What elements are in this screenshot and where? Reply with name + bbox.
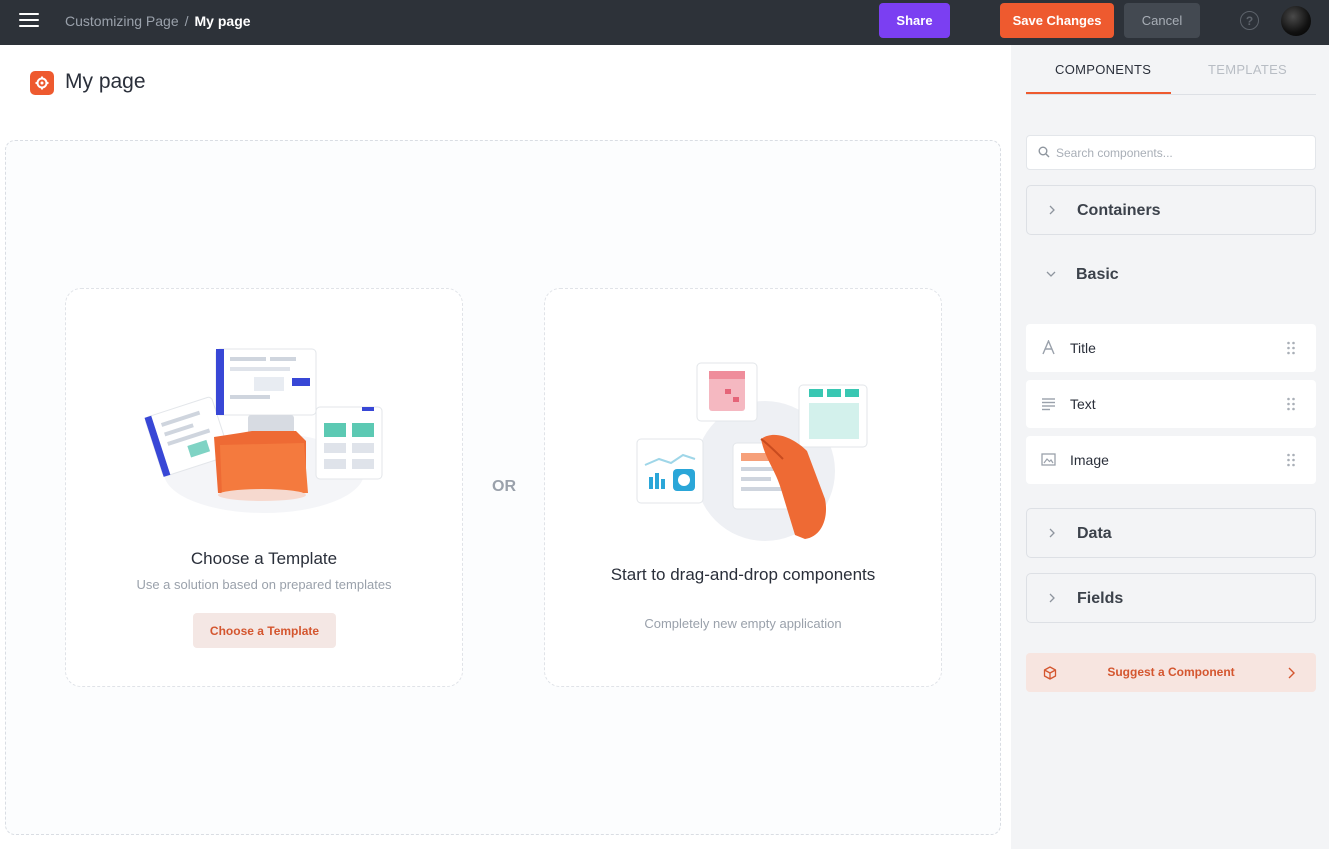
component-label: Title (1070, 340, 1096, 356)
save-changes-button[interactable]: Save Changes (1000, 3, 1114, 38)
tab-components[interactable]: COMPONENTS (1055, 62, 1151, 77)
choose-template-subtitle: Use a solution based on prepared templat… (136, 577, 392, 592)
component-title[interactable]: Title (1026, 324, 1316, 372)
section-fields[interactable]: Fields (1026, 573, 1316, 623)
tab-templates[interactable]: TEMPLATES (1208, 62, 1287, 77)
choose-template-card[interactable]: Choose a Template Use a solution based o… (65, 288, 463, 687)
drag-handle-icon[interactable] (1286, 453, 1296, 467)
component-label: Image (1070, 452, 1109, 468)
breadcrumb-current: My page (194, 13, 251, 29)
drag-handle-icon[interactable] (1286, 341, 1296, 355)
cancel-button[interactable]: Cancel (1124, 3, 1200, 38)
suggest-component-button[interactable]: Suggest a Component (1026, 653, 1316, 692)
chevron-down-icon (1046, 271, 1056, 277)
breadcrumb-separator: / (184, 13, 189, 29)
active-tab-indicator (1026, 92, 1171, 94)
help-icon[interactable]: ? (1240, 11, 1259, 30)
section-label: Basic (1076, 266, 1119, 283)
search-box (1026, 135, 1316, 170)
section-label: Fields (1077, 590, 1124, 607)
top-bar: Customizing Page / My page Share Save Chan… (0, 0, 1329, 45)
suggest-component-label: Suggest a Component (1107, 665, 1235, 679)
breadcrumb: Customizing Page / My page (65, 13, 251, 29)
search-icon (1038, 146, 1050, 158)
drag-drop-illustration-icon (636, 362, 868, 541)
chevron-right-icon (1049, 528, 1055, 538)
menu-icon[interactable] (19, 13, 39, 29)
page-title: My page (65, 70, 146, 93)
chevron-right-icon (1049, 205, 1055, 215)
title-icon (1042, 340, 1055, 355)
drag-handle-icon[interactable] (1286, 397, 1296, 411)
breadcrumb-parent[interactable]: Customizing Page (65, 13, 179, 29)
choose-template-title: Choose a Template (190, 549, 338, 568)
search-input[interactable] (1056, 136, 1306, 169)
avatar[interactable] (1281, 6, 1311, 36)
drag-and-drop-title: Start to drag-and-drop components (610, 565, 876, 584)
components-panel: COMPONENTS TEMPLATES Containers Basic Ti… (1011, 45, 1329, 849)
choose-template-button[interactable]: Choose a Template (193, 613, 336, 648)
image-icon (1041, 453, 1056, 466)
section-containers[interactable]: Containers (1026, 185, 1316, 235)
section-basic[interactable]: Basic (1026, 250, 1316, 300)
chevron-right-icon (1049, 593, 1055, 603)
drag-and-drop-card[interactable]: Start to drag-and-drop components Comple… (544, 288, 942, 687)
page-canvas[interactable]: Choose a Template Use a solution based o… (5, 140, 1001, 835)
templates-illustration-icon (144, 348, 383, 513)
component-image[interactable]: Image (1026, 436, 1316, 484)
panel-tabs: COMPONENTS TEMPLATES (1026, 45, 1316, 95)
share-button[interactable]: Share (879, 3, 950, 38)
component-label: Text (1070, 396, 1096, 412)
section-label: Data (1077, 525, 1112, 542)
section-label: Containers (1077, 202, 1161, 219)
chevron-right-icon (1288, 667, 1295, 679)
text-lines-icon (1042, 398, 1055, 411)
gear-icon (30, 71, 54, 95)
drag-and-drop-subtitle: Completely new empty application (644, 616, 842, 631)
or-divider: OR (492, 478, 516, 495)
component-text[interactable]: Text (1026, 380, 1316, 428)
section-data[interactable]: Data (1026, 508, 1316, 558)
